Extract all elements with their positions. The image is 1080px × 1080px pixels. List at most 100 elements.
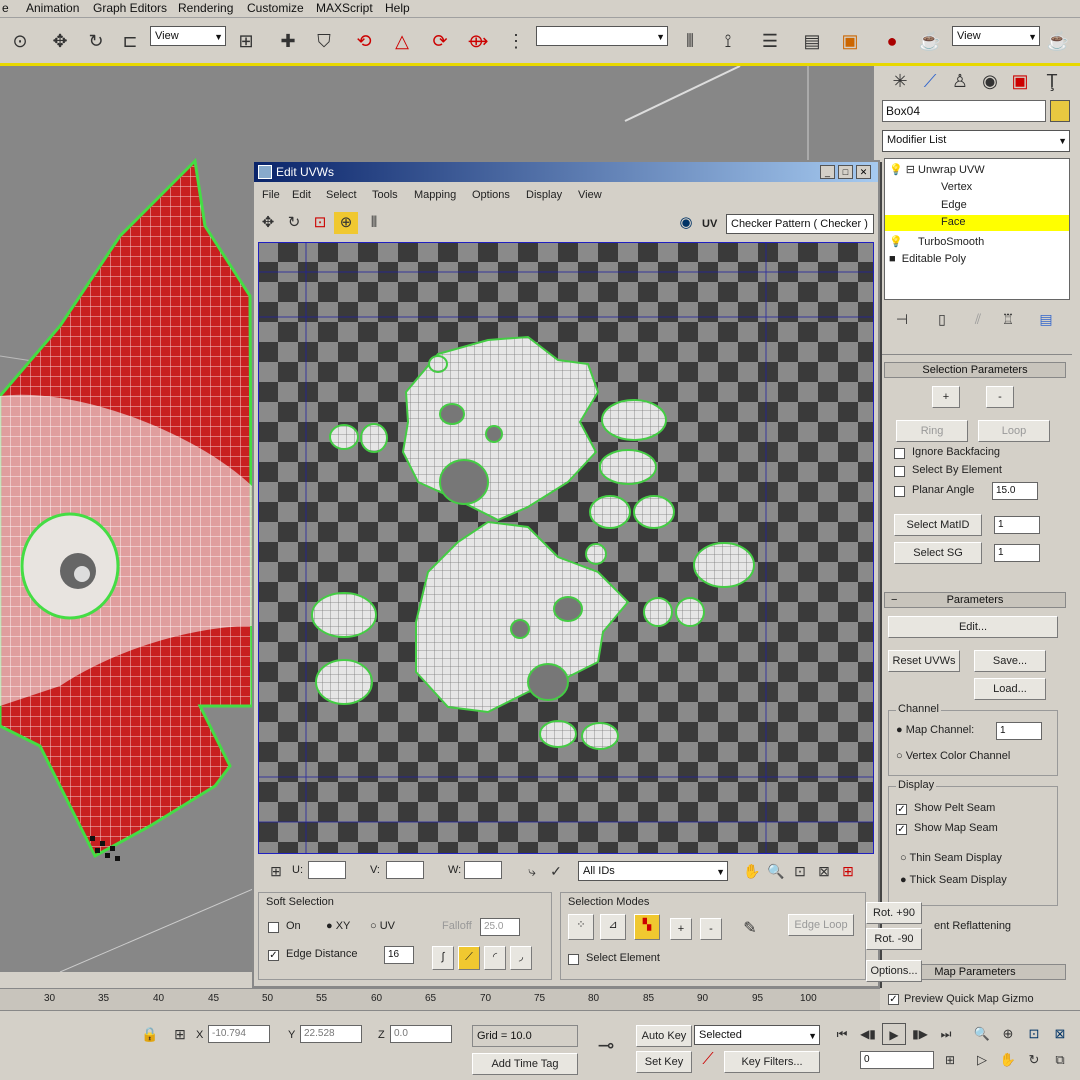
zoom-all-icon[interactable]: ⊕ (996, 1023, 1020, 1045)
stack-item-editable-poly[interactable]: ■ Editable Poly (889, 253, 966, 265)
loop-button[interactable]: Loop (978, 420, 1050, 442)
utilities-tab-icon[interactable]: Ţ (1040, 70, 1064, 92)
menu-customize[interactable]: Customize (247, 1, 304, 15)
ring-button[interactable]: Ring (896, 420, 968, 442)
stack-item-vertex[interactable]: Vertex (941, 181, 972, 193)
motion-tab-icon[interactable]: ◉ (978, 70, 1002, 92)
load-button[interactable]: Load... (974, 678, 1046, 700)
menu-maxscript[interactable]: MAXScript (316, 1, 373, 15)
make-unique-icon[interactable]: ⫽ (966, 308, 990, 330)
material-editor-icon[interactable]: ● (880, 30, 904, 52)
uv-menu-options[interactable]: Options (472, 189, 510, 201)
select-by-element-checkbox[interactable] (894, 466, 905, 477)
stack-item-face[interactable]: Face (941, 216, 965, 228)
parameters-rollout[interactable]: − Parameters (884, 592, 1066, 608)
menu-edit[interactable]: e (2, 1, 9, 15)
selection-parameters-rollout[interactable]: Selection Parameters (884, 362, 1066, 378)
uv-rotate-icon[interactable]: ↻ (282, 212, 306, 234)
select-sg-spinner[interactable]: 1 (994, 544, 1040, 562)
select-matid-button[interactable]: Select MatID (894, 514, 982, 536)
y-coord-field[interactable]: 22.528 (300, 1025, 362, 1043)
show-map-seam-checkbox[interactable]: ✓ (896, 824, 907, 835)
soft-selection-on-checkbox[interactable] (268, 922, 279, 933)
vertex-mode-button[interactable]: ⁘ (568, 914, 594, 940)
edit-uvw-button[interactable]: Edit... (888, 616, 1058, 638)
auto-key-button[interactable]: Auto Key (636, 1025, 692, 1047)
move-icon[interactable]: ✥ (48, 30, 72, 52)
map-channel-spinner[interactable]: 1 (996, 722, 1042, 740)
filter-selected-faces-icon[interactable]: ✓ (544, 860, 568, 882)
uv-menu-edit[interactable]: Edit (292, 189, 311, 201)
minimize-button[interactable]: _ (820, 165, 835, 179)
angle-snap-icon[interactable]: ⟲ (352, 30, 376, 52)
vertex-color-channel-radio[interactable]: ○ Vertex Color Channel (896, 750, 1010, 762)
key-mode-icon[interactable]: ⊸ (594, 1035, 618, 1057)
preview-quick-map-checkbox[interactable]: ✓ (888, 994, 899, 1005)
percent-snap-icon[interactable]: △ (390, 30, 414, 52)
stack-item-turbosmooth[interactable]: 💡 TurboSmooth (889, 235, 984, 248)
arc-rotate-icon[interactable]: ↻ (1022, 1049, 1046, 1071)
xy-radio[interactable]: ● XY (326, 920, 350, 932)
uv-menu-file[interactable]: File (262, 189, 280, 201)
planar-angle-checkbox[interactable] (894, 486, 905, 497)
edit-named-selection-icon[interactable]: ⋮ (504, 30, 528, 52)
fish-model[interactable] (0, 157, 254, 861)
object-name-field[interactable]: Box04 (882, 100, 1046, 122)
previous-frame-icon[interactable]: ◀▮ (856, 1023, 880, 1045)
modifier-list-dropdown[interactable]: Modifier List ▼ (882, 130, 1070, 152)
named-selection-set-dropdown[interactable]: ▼ (536, 26, 668, 46)
select-sg-button[interactable]: Select SG (894, 542, 982, 564)
falloff-smooth-button[interactable]: ∫ (432, 946, 454, 970)
maximize-button[interactable]: □ (838, 165, 853, 179)
map-channel-radio[interactable]: ● Map Channel: (896, 724, 974, 736)
face-mode-button[interactable]: ▚ (634, 914, 660, 940)
key-filters-button[interactable]: Key Filters... (724, 1051, 820, 1073)
zoom-extents-all-icon[interactable]: ⊠ (1048, 1023, 1072, 1045)
show-end-result-icon[interactable]: ▯ (930, 308, 954, 330)
render-setup-icon[interactable]: ☕ (918, 30, 942, 52)
zoom-region-icon[interactable]: ⊡ (788, 860, 812, 882)
quick-render-icon[interactable]: ☕ (1046, 30, 1070, 52)
uv-radio[interactable]: ○ UV (370, 920, 395, 932)
uv-editor-canvas[interactable] (258, 242, 874, 854)
pan-icon[interactable]: ✋ (740, 860, 764, 882)
v-spinner[interactable] (386, 861, 424, 879)
falloff-fast-out-button[interactable]: ◞ (510, 946, 532, 970)
reset-uvws-button[interactable]: Reset UVWs (888, 650, 960, 672)
select-manipulate-icon[interactable]: ✚ (276, 30, 300, 52)
uv-freeform-icon[interactable]: ⊕ (334, 212, 358, 234)
zoom-viewport-icon[interactable]: 🔍 (970, 1023, 994, 1045)
configure-sets-icon[interactable]: ▤ (1034, 308, 1058, 330)
menu-rendering[interactable]: Rendering (178, 1, 233, 15)
object-color-swatch[interactable] (1050, 100, 1070, 122)
edit-uvws-title-bar[interactable]: Edit UVWs (254, 162, 878, 182)
mirror-icon[interactable]: ⫴ (678, 30, 702, 52)
pin-stack-icon[interactable]: ⊣ (890, 308, 914, 330)
expand-selection-button[interactable]: + (670, 918, 692, 940)
select-matid-spinner[interactable]: 1 (994, 516, 1040, 534)
key-set-dropdown[interactable]: Selected ▼ (694, 1025, 820, 1045)
menu-help[interactable]: Help (385, 1, 410, 15)
rotate-plus-90-button[interactable]: Rot. +90 (866, 902, 922, 924)
x-coord-field[interactable]: -10.794 (208, 1025, 270, 1043)
remove-modifier-icon[interactable]: ♖ (996, 308, 1020, 330)
align-icon[interactable]: ⟟ (716, 30, 740, 52)
falloff-slow-out-button[interactable]: ◜ (484, 946, 506, 970)
reference-coord-dropdown[interactable]: View ▼ (150, 26, 226, 46)
z-coord-field[interactable]: 0.0 (390, 1025, 452, 1043)
zoom-icon[interactable]: 🔍 (764, 860, 788, 882)
stack-item-edge[interactable]: Edge (941, 199, 967, 211)
pivot-icon[interactable]: ⊞ (234, 30, 258, 52)
uv-scale-icon[interactable]: ⊡ (308, 212, 332, 234)
close-button[interactable]: ✕ (856, 165, 871, 179)
all-ids-dropdown[interactable]: All IDs ▼ (578, 861, 728, 881)
default-in-out-icon[interactable]: ⟋ (696, 1049, 720, 1071)
next-frame-icon[interactable]: ▮▶ (908, 1023, 932, 1045)
options-button[interactable]: Options... (866, 960, 922, 982)
rotate-icon[interactable]: ↻ (84, 30, 108, 52)
edge-mode-button[interactable]: ⊿ (600, 914, 626, 940)
shrink-selection-button[interactable]: - (986, 386, 1014, 408)
display-tab-icon[interactable]: ▣ (1008, 70, 1032, 92)
uv-menu-tools[interactable]: Tools (372, 189, 398, 201)
uv-coordinate-label[interactable]: UV (702, 218, 717, 230)
